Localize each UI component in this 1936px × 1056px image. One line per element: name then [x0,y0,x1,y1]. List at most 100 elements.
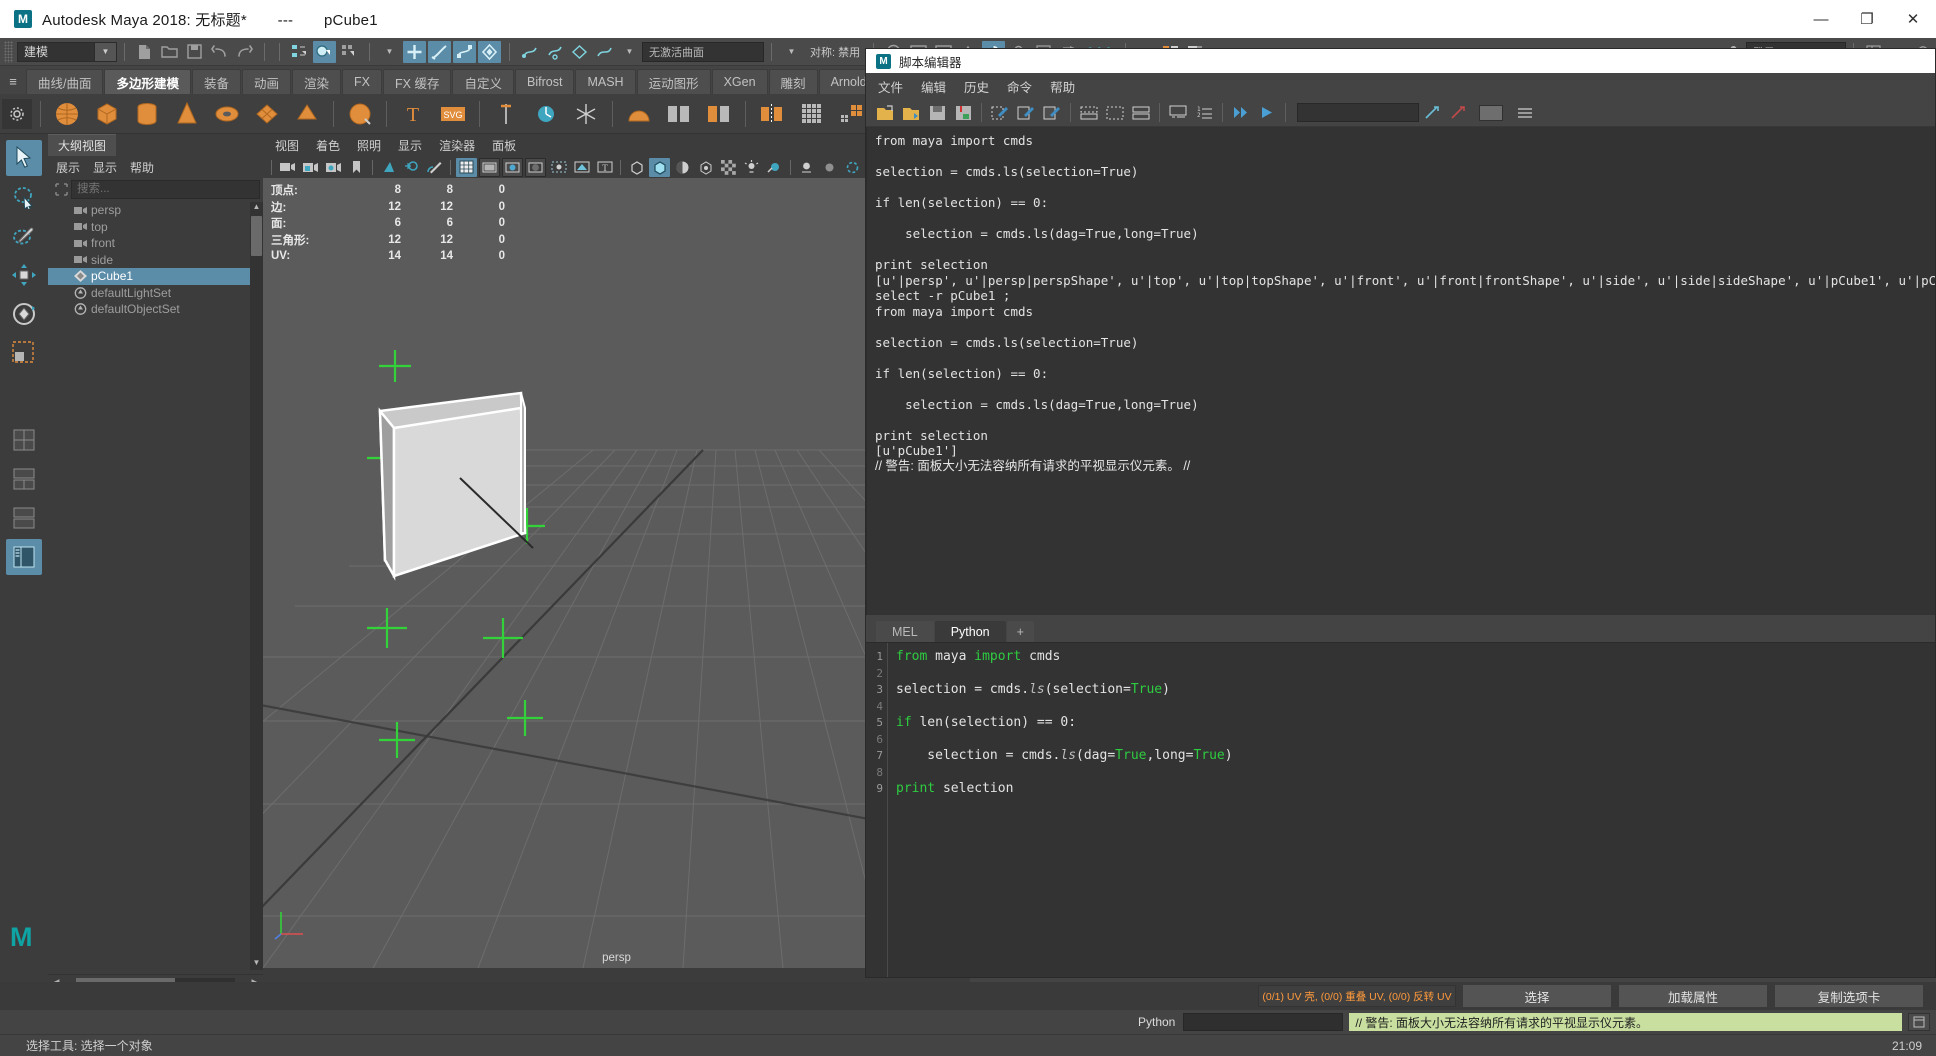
script-tab-mel[interactable]: MEL [876,621,934,642]
viewport-image-plane-icon[interactable] [378,158,399,177]
select-tool-button[interactable] [6,140,42,176]
script-save-as-icon[interactable] [951,101,975,125]
code-line[interactable]: from maya import cmds [896,649,1935,666]
script-options-icon[interactable] [1513,101,1537,125]
command-language-label[interactable]: Python [1138,1015,1175,1029]
viewport-isolate-select-icon[interactable] [695,158,716,177]
viewport-use-all-lights-icon[interactable] [548,158,569,177]
vscroll-thumb[interactable] [251,216,262,256]
shelf-tab[interactable]: 运动图形 [637,69,711,94]
snap-to-grid-icon[interactable] [403,41,426,63]
script-editor-menu-item[interactable]: 命令 [1007,77,1032,96]
copy-tab-button[interactable]: 复制选项卡 [1774,984,1924,1008]
viewport-screen-space-ao-icon[interactable]: T [594,158,615,177]
select-button[interactable]: 选择 [1462,984,1612,1008]
close-button[interactable]: ✕ [1890,0,1936,38]
snap-to-curve-icon[interactable] [428,41,451,63]
select-by-object-icon[interactable] [313,41,336,63]
shelf-tab[interactable]: 装备 [192,69,241,94]
outliner-item-pCube1[interactable]: pCube1 [48,268,263,285]
vscroll-up-icon[interactable]: ▲ [251,202,262,214]
viewport-canvas[interactable]: 顶点:880边:12120面:660三角形:12120UV:14140 pers… [263,178,970,968]
maximize-button[interactable]: ❐ [1844,0,1890,38]
layout-horizontal-split-icon[interactable] [1077,101,1101,125]
script-input-editor[interactable]: from maya import cmds selection = cmds.l… [888,643,1935,977]
viewport-lock-camera-icon[interactable] [300,158,321,177]
quick-help-field[interactable] [1297,103,1419,122]
script-editor-menu-item[interactable]: 帮助 [1050,77,1075,96]
menu-set-selector[interactable]: 建模 [17,42,95,62]
layout-single-pane-icon[interactable] [1103,101,1127,125]
code-line[interactable]: selection = cmds.ls(selection=True) [896,682,1935,699]
search-next-icon[interactable] [1420,101,1444,125]
code-line[interactable] [896,765,1935,782]
script-tab-python[interactable]: Python [935,621,1006,642]
snap-to-plane-icon[interactable] [478,41,501,63]
symmetry-plane-icon[interactable] [568,41,591,63]
outliner-item-side[interactable]: side [48,252,263,269]
surface-dropdown-icon[interactable]: ▼ [618,41,641,63]
viewport-aa-icon[interactable] [819,158,840,177]
active-surface-field[interactable]: 无激活曲面 [642,42,764,62]
scale-tool-button[interactable] [6,335,42,371]
symmetry-dropdown-icon[interactable]: ▼ [780,41,803,63]
script-new-icon[interactable] [873,101,897,125]
script-clear-input-icon[interactable] [1014,101,1038,125]
viewport-xray-icon[interactable] [626,158,647,177]
layout-stacked-icon[interactable] [1129,101,1153,125]
measure-distance-icon[interactable] [488,97,524,131]
outliner-menu-show[interactable]: 显示 [93,159,117,176]
viewport-menu-item[interactable]: 面板 [492,137,516,154]
save-scene-icon[interactable] [183,41,206,63]
poly-separate-icon[interactable] [701,97,737,131]
sculpt-sphere-icon[interactable] [342,97,378,131]
type-tool-icon[interactable]: T [395,97,431,131]
script-save-icon[interactable] [925,101,949,125]
viewport-shade-icon[interactable] [502,158,523,177]
layout-three-button[interactable] [6,500,42,536]
outliner-menu-help[interactable]: 帮助 [130,159,154,176]
viewport-wireframe-icon[interactable] [456,158,477,177]
code-line[interactable] [896,666,1935,683]
viewport-menu-item[interactable]: 渲染器 [439,137,475,154]
make-live-icon[interactable] [518,41,541,63]
code-line[interactable]: print selection [896,781,1935,798]
outliner-vscrollbar[interactable]: ▲ ▼ [250,202,263,970]
script-editor-titlebar[interactable]: M 脚本编辑器 [866,49,1935,73]
load-attributes-button[interactable]: 加载属性 [1618,984,1768,1008]
viewport-bookmark-icon[interactable] [346,158,367,177]
viewport-motion-blur-icon[interactable] [796,158,817,177]
code-line[interactable]: if len(selection) == 0: [896,715,1935,732]
poly-cone-icon[interactable] [169,97,205,131]
new-scene-icon[interactable] [133,41,156,63]
measure-arc-icon[interactable] [528,97,564,131]
viewport-checker-icon[interactable] [718,158,739,177]
script-color-swatch[interactable] [1479,105,1503,121]
viewport-menu-item[interactable]: 着色 [316,137,340,154]
shelf-tab[interactable]: 动画 [242,69,291,94]
paint-select-tool-button[interactable] [6,218,42,254]
viewport-grease-pencil-icon[interactable] [424,158,445,177]
viewport-menu-item[interactable]: 照明 [357,137,381,154]
layout-single-button[interactable] [6,422,42,458]
script-clear-history-icon[interactable] [988,101,1012,125]
script-add-tab-button[interactable]: + [1007,621,1034,642]
redo-icon[interactable] [233,41,256,63]
outliner-item-front[interactable]: front [48,235,263,252]
script-editor-menu-item[interactable]: 编辑 [921,77,946,96]
poly-torus-icon[interactable] [209,97,245,131]
script-open-icon[interactable] [899,101,923,125]
viewport-outline-icon[interactable] [842,158,863,177]
shelf-menu-icon[interactable]: ≡ [0,68,26,94]
poly-bevel-icon[interactable] [621,97,657,131]
statusline-grip[interactable] [4,41,13,63]
vscroll-down-icon[interactable]: ▼ [251,958,262,970]
layout-outliner-persp-button[interactable] [6,539,42,575]
shelf-settings-icon[interactable] [2,99,32,129]
minimize-button[interactable]: — [1798,0,1844,38]
script-editor-menu-item[interactable]: 文件 [878,77,903,96]
command-input[interactable] [1183,1013,1343,1031]
script-input-area[interactable]: 123456789 from maya import cmds selectio… [866,642,1935,977]
snowflake-icon[interactable] [568,97,604,131]
poly-prism-icon[interactable] [289,97,325,131]
